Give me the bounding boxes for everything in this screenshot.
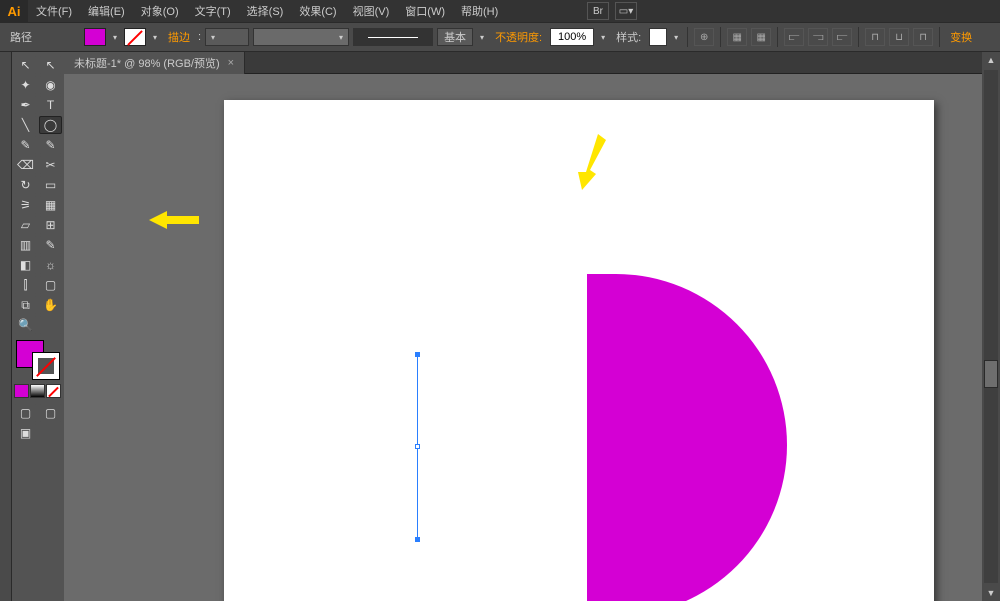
graph-tool[interactable]: ⫿ bbox=[14, 276, 37, 294]
stroke-swatch[interactable] bbox=[124, 28, 146, 46]
anchor-top[interactable] bbox=[415, 352, 420, 357]
perspective-tool[interactable]: ▱ bbox=[14, 216, 37, 234]
scroll-thumb[interactable] bbox=[984, 360, 998, 388]
free-transform-tool[interactable]: ⚞ bbox=[14, 196, 37, 214]
artboard-tool[interactable]: ▢ bbox=[39, 276, 62, 294]
gradient-tool[interactable]: ▥ bbox=[14, 236, 37, 254]
screen-mode-2[interactable]: ▢ bbox=[39, 404, 62, 422]
eraser-tool[interactable]: ⌫ bbox=[14, 156, 37, 174]
annotation-arrow-left bbox=[149, 209, 199, 231]
canvas[interactable] bbox=[64, 74, 982, 601]
zoom-tool[interactable]: 🔍 bbox=[14, 316, 37, 334]
opacity-label[interactable]: 不透明度: bbox=[491, 29, 546, 45]
menu-select[interactable]: 选择(S) bbox=[239, 0, 292, 22]
align-6-icon[interactable]: ⊓ bbox=[913, 28, 933, 46]
menu-file[interactable]: 文件(F) bbox=[28, 0, 80, 22]
menu-type[interactable]: 文字(T) bbox=[187, 0, 239, 22]
brush-basic-label[interactable]: 基本 bbox=[437, 28, 473, 46]
eyedropper-tool[interactable]: ✎ bbox=[39, 236, 62, 254]
fill-swatch[interactable] bbox=[84, 28, 106, 46]
rotate-tool[interactable]: ↻ bbox=[14, 176, 37, 194]
width-tool[interactable]: ▭ bbox=[39, 176, 62, 194]
menu-edit[interactable]: 编辑(E) bbox=[80, 0, 133, 22]
none-mode-icon[interactable] bbox=[46, 384, 61, 398]
fill-dropdown[interactable]: ▾ bbox=[110, 33, 120, 42]
opacity-field[interactable]: 100% bbox=[550, 28, 594, 46]
blend-tool[interactable]: ◧ bbox=[14, 256, 37, 274]
align-left-icon[interactable]: ▦ bbox=[727, 28, 747, 46]
brush-dropdown[interactable]: ▾ bbox=[477, 33, 487, 42]
menu-object[interactable]: 对象(O) bbox=[133, 0, 187, 22]
style-label: 样式: bbox=[612, 29, 645, 45]
shape-builder-tool[interactable]: ▦ bbox=[39, 196, 62, 214]
line-tool[interactable]: ╲ bbox=[14, 116, 37, 134]
anchor-mid[interactable] bbox=[415, 444, 420, 449]
menu-help[interactable]: 帮助(H) bbox=[453, 0, 506, 22]
lasso-tool[interactable]: ◉ bbox=[39, 76, 62, 94]
align-5-icon[interactable]: ⊔ bbox=[889, 28, 909, 46]
menu-view[interactable]: 视图(V) bbox=[345, 0, 398, 22]
arrange-docs-button[interactable]: ▭▾ bbox=[615, 2, 637, 20]
menu-effect[interactable]: 效果(C) bbox=[291, 0, 344, 22]
screen-mode-3[interactable]: ▣ bbox=[14, 424, 37, 442]
scroll-up-icon[interactable]: ▲ bbox=[983, 52, 999, 68]
bridge-button[interactable]: Br bbox=[587, 2, 609, 20]
stroke-proxy[interactable] bbox=[32, 352, 60, 380]
selected-path[interactable] bbox=[417, 354, 418, 540]
type-tool[interactable]: T bbox=[39, 96, 62, 114]
tools-panel: ↖↖ ✦◉ ✒T ╲◯ ✎✎ ⌫✂ ↻▭ ⚞▦ ▱⊞ ▥✎ ◧☼ ⫿▢ ⧉✋ 🔍… bbox=[12, 52, 64, 601]
ellipse-tool[interactable]: ◯ bbox=[39, 116, 62, 134]
annotation-arrow-top bbox=[570, 134, 606, 190]
close-tab-icon[interactable]: × bbox=[228, 57, 234, 69]
direct-selection-tool[interactable]: ↖ bbox=[39, 56, 62, 74]
document-tab-title: 未标题-1* @ 98% (RGB/预览) bbox=[74, 55, 220, 71]
stroke-weight-field[interactable]: ▾ bbox=[205, 28, 249, 46]
opacity-dropdown[interactable]: ▾ bbox=[598, 33, 608, 42]
align-center-icon[interactable]: ▦ bbox=[751, 28, 771, 46]
fill-stroke-proxy[interactable] bbox=[14, 340, 62, 380]
align-1-icon[interactable]: ⫍ bbox=[784, 28, 804, 46]
stroke-dropdown[interactable]: ▾ bbox=[150, 33, 160, 42]
selection-type-label: 路径 bbox=[6, 29, 36, 45]
symbol-tool[interactable]: ☼ bbox=[39, 256, 62, 274]
align-4-icon[interactable]: ⊓ bbox=[865, 28, 885, 46]
style-dropdown[interactable]: ▾ bbox=[671, 33, 681, 42]
blob-brush-tool[interactable]: ✎ bbox=[39, 136, 62, 154]
vertical-scrollbar[interactable]: ▲ ▼ bbox=[982, 52, 1000, 601]
extra-tool[interactable] bbox=[39, 316, 62, 334]
stroke-label[interactable]: 描边 bbox=[164, 29, 194, 45]
color-mode-icon[interactable] bbox=[14, 384, 29, 398]
brush-field[interactable] bbox=[353, 28, 433, 46]
style-swatch[interactable] bbox=[649, 28, 667, 46]
pen-tool[interactable]: ✒ bbox=[14, 96, 37, 114]
profile-field[interactable]: ▾ bbox=[253, 28, 349, 46]
anchor-bottom[interactable] bbox=[415, 537, 420, 542]
mesh-tool[interactable]: ⊞ bbox=[39, 216, 62, 234]
transform-label[interactable]: 变换 bbox=[946, 29, 976, 45]
slice-tool[interactable]: ⧉ bbox=[14, 296, 37, 314]
screen-mode-1[interactable]: ▢ bbox=[14, 404, 37, 422]
scroll-down-icon[interactable]: ▼ bbox=[983, 585, 999, 601]
align-2-icon[interactable]: ⫎ bbox=[808, 28, 828, 46]
align-3-icon[interactable]: ⫍ bbox=[832, 28, 852, 46]
gradient-mode-icon[interactable] bbox=[30, 384, 45, 398]
recolor-icon[interactable]: ⊕ bbox=[694, 28, 714, 46]
document-tab[interactable]: 未标题-1* @ 98% (RGB/预览) × bbox=[64, 52, 245, 74]
scissors-tool[interactable]: ✂ bbox=[39, 156, 62, 174]
selection-tool[interactable]: ↖ bbox=[14, 56, 37, 74]
magic-wand-tool[interactable]: ✦ bbox=[14, 76, 37, 94]
hand-tool[interactable]: ✋ bbox=[39, 296, 62, 314]
app-logo: Ai bbox=[0, 0, 28, 22]
menu-window[interactable]: 窗口(W) bbox=[397, 0, 453, 22]
scroll-track[interactable] bbox=[984, 70, 998, 583]
left-gutter bbox=[0, 52, 12, 601]
brush-tool[interactable]: ✎ bbox=[14, 136, 37, 154]
